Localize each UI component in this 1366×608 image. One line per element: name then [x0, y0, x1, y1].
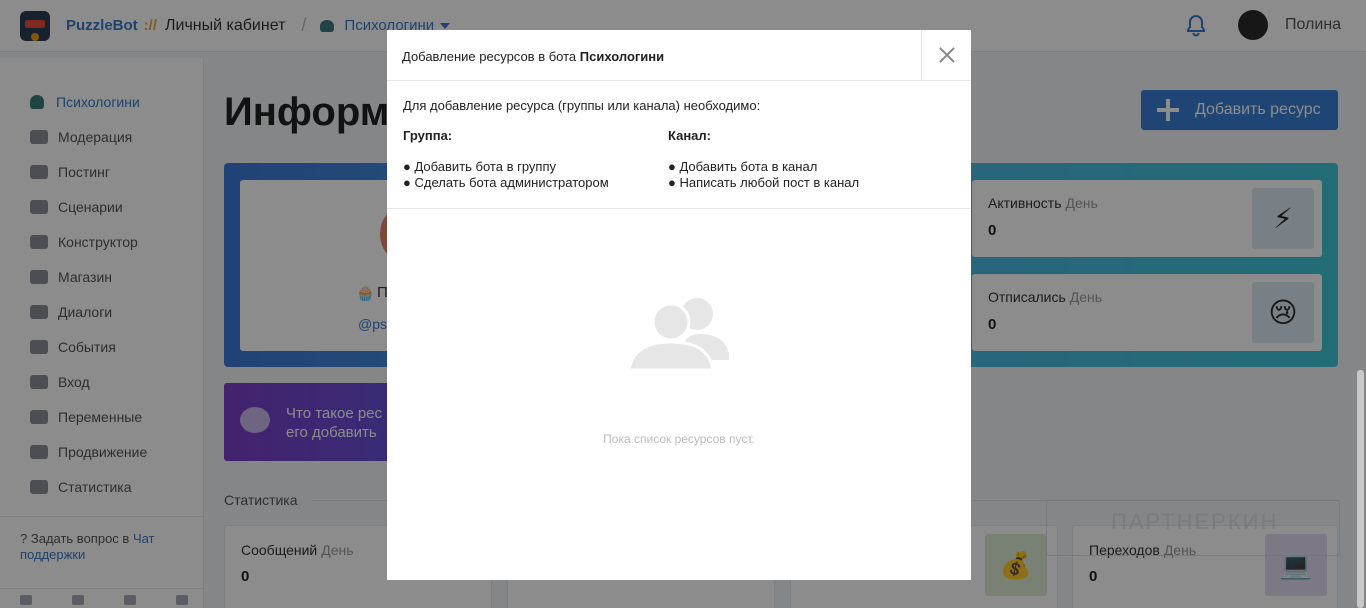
page-scrollbar[interactable]: [1357, 370, 1364, 608]
group-step: ● Сделать бота администратором: [403, 175, 609, 190]
group-heading: Группа:: [403, 128, 453, 143]
channel-heading: Канал:: [668, 128, 711, 143]
modal-header: Добавление ресурсов в бота Психологини: [387, 30, 971, 81]
add-resources-modal: Добавление ресурсов в бота Психологини Д…: [387, 30, 971, 580]
channel-step: ● Написать любой пост в канал: [668, 175, 860, 190]
channel-instructions: Канал: ● Добавить бота в канал ● Написат…: [668, 128, 859, 191]
empty-state-text: Пока список ресурсов пуст.: [603, 432, 755, 446]
group-instructions: Группа: ● Добавить бота в группу ● Сдела…: [403, 128, 609, 191]
instructions-intro: Для добавление ресурса (группы или канал…: [403, 98, 761, 113]
group-step: ● Добавить бота в группу: [403, 159, 556, 174]
channel-step: ● Добавить бота в канал: [668, 159, 818, 174]
close-icon[interactable]: [921, 30, 971, 81]
users-icon: [627, 298, 729, 372]
modal-instructions: Для добавление ресурса (группы или канал…: [387, 81, 971, 209]
modal-title: Добавление ресурсов в бота Психологини: [402, 49, 665, 64]
